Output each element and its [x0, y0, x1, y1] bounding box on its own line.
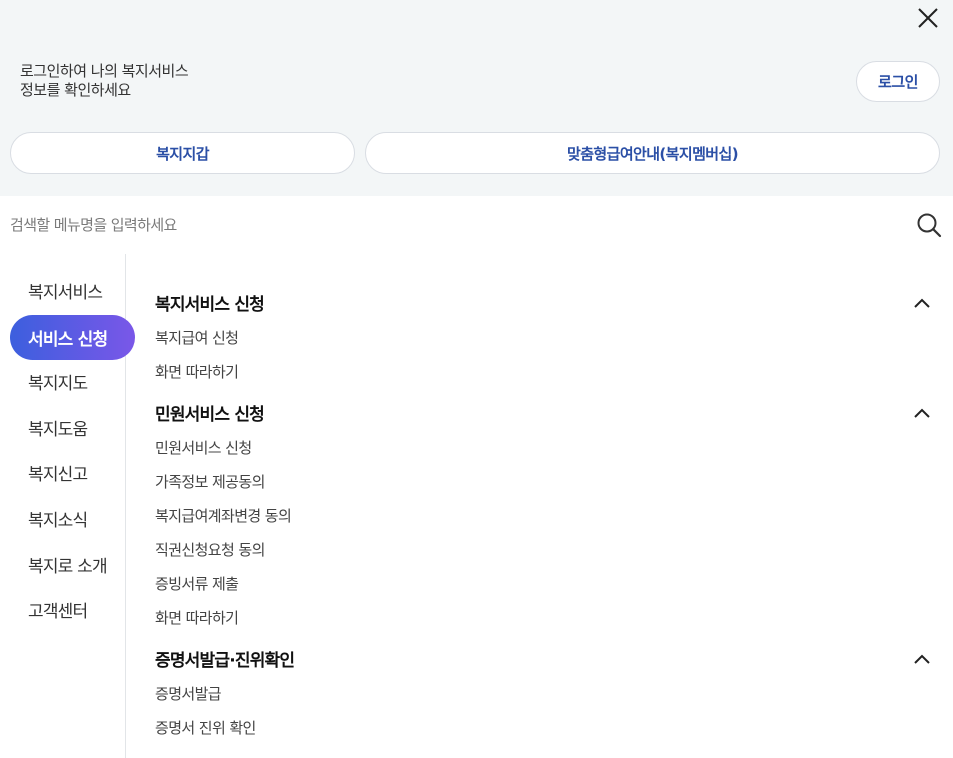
login-button[interactable]: 로그인 [856, 61, 940, 102]
chevron-up-icon[interactable] [913, 407, 931, 419]
custom-benefit-guide-button[interactable]: 맞춤형급여안내(복지멤버십) [365, 132, 940, 174]
submenu-link[interactable]: 화면 따라하기 [155, 361, 239, 382]
submenu-link[interactable]: 화면 따라하기 [155, 607, 239, 628]
side-item-customer-center[interactable]: 고객센터 [10, 587, 135, 632]
section-title-certificate[interactable]: 증명서발급·진위확인 [155, 646, 295, 671]
section-title-welfare-apply[interactable]: 복지서비스 신청 [155, 290, 265, 315]
submenu-link[interactable]: 민원서비스 신청 [155, 437, 252, 458]
side-item-about[interactable]: 복지로 소개 [10, 542, 135, 587]
submenu-link[interactable]: 증명서발급 [155, 683, 222, 704]
chevron-up-icon[interactable] [913, 653, 931, 665]
submenu-link[interactable]: 증명서 진위 확인 [155, 717, 256, 738]
search-button[interactable] [915, 211, 943, 239]
login-message-line1: 로그인하여 나의 복지서비스 [20, 62, 189, 80]
login-message: 로그인하여 나의 복지서비스 정보를 확인하세요 [20, 62, 189, 100]
side-item-service-apply[interactable]: 서비스 신청 [10, 315, 135, 360]
menu-search-input[interactable] [0, 205, 900, 245]
search-icon [917, 213, 942, 238]
close-icon [918, 8, 938, 28]
top-panel: 로그인하여 나의 복지서비스 정보를 확인하세요 로그인 복지지갑 맞춤형급여안… [0, 0, 953, 196]
side-item-welfare-help[interactable]: 복지도움 [10, 405, 135, 450]
submenu-link[interactable]: 복지급여 신청 [155, 327, 239, 348]
section-title-civil-apply[interactable]: 민원서비스 신청 [155, 400, 265, 425]
submenu-link[interactable]: 직권신청요청 동의 [155, 539, 265, 560]
submenu-link[interactable]: 가족정보 제공동의 [155, 471, 265, 492]
login-message-line2: 정보를 확인하세요 [20, 81, 131, 99]
side-item-welfare-service[interactable]: 복지서비스 [10, 268, 135, 313]
welfare-wallet-button[interactable]: 복지지갑 [10, 132, 355, 174]
side-item-welfare-map[interactable]: 복지지도 [10, 359, 135, 404]
chevron-up-icon[interactable] [913, 297, 931, 309]
close-button[interactable] [914, 4, 942, 32]
side-item-welfare-report[interactable]: 복지신고 [10, 450, 135, 495]
submenu-link[interactable]: 복지급여계좌변경 동의 [155, 505, 292, 526]
side-item-welfare-news[interactable]: 복지소식 [10, 496, 135, 541]
submenu-link[interactable]: 증빙서류 제출 [155, 573, 239, 594]
